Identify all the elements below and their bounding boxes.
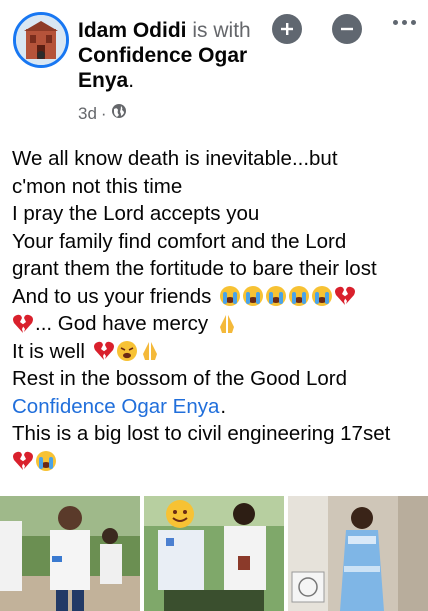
broken-heart-icon (12, 450, 34, 472)
crying-face-icon (242, 285, 264, 307)
meta-separator: · (100, 103, 107, 123)
post-line: We all know death is inevitable...but (12, 147, 338, 170)
more-dots-icon[interactable] (393, 20, 416, 25)
post-line-well: It is well (12, 338, 422, 366)
author-name[interactable]: Idam Odidi (78, 19, 187, 42)
period: . (128, 69, 135, 92)
plus-icon[interactable] (272, 14, 302, 44)
post-meta: 3d · (78, 103, 127, 124)
weary-face-icon (116, 340, 138, 362)
crying-face-icon (35, 450, 57, 472)
post-line-text: It is well (12, 339, 85, 363)
photo-woman-blue-dress[interactable] (288, 496, 428, 611)
broken-heart-icon (93, 340, 115, 362)
crying-face-icon (219, 285, 241, 307)
post-time[interactable]: 3d (78, 104, 97, 124)
crying-face-icon (288, 285, 310, 307)
post-line-link: Confidence Ogar Enya. (12, 393, 422, 421)
post-line-mercy: ... God have mercy (12, 310, 422, 338)
photo-friends-selfie[interactable] (144, 496, 284, 611)
post-line: I pray the Lord accepts you (12, 202, 260, 225)
broken-heart-icon (334, 285, 356, 307)
tagged-name-2[interactable]: Enya (78, 69, 128, 92)
post-line-text: ... God have mercy (35, 312, 209, 335)
photo-group-students[interactable] (0, 496, 140, 611)
praying-hands-icon (139, 340, 161, 362)
post-line-emoji (12, 448, 422, 476)
avatar[interactable] (13, 12, 69, 68)
period: . (220, 394, 227, 418)
post-author-line: Idam Odidi is with Confidence Ogar Enya. (78, 18, 288, 93)
crying-face-icon (265, 285, 287, 307)
photo-grid (0, 496, 428, 611)
post-line-text: And to us your friends (12, 284, 212, 308)
praying-hands-icon (216, 313, 238, 335)
post-line: grant them the fortitude to bare their l… (12, 257, 377, 280)
post-line: Your family find comfort and the Lord (12, 229, 347, 253)
post-text: We all know death is inevitable...but c'… (12, 145, 422, 475)
post-line: This is a big lost to civil engineering … (12, 422, 391, 445)
with-text: is with (192, 19, 251, 42)
post-line: Rest in the bossom of the Good Lord (12, 367, 348, 390)
post-line-friends: And to us your friends (12, 283, 422, 311)
post-line: c'mon not this time (12, 174, 183, 198)
globe-icon[interactable] (111, 103, 127, 124)
crying-face-icon (311, 285, 333, 307)
tagged-link[interactable]: Confidence Ogar Enya (12, 393, 219, 421)
tagged-name-1[interactable]: Confidence Ogar (78, 44, 247, 67)
minus-icon[interactable] (332, 14, 362, 44)
post-header: Idam Odidi is with Confidence Ogar Enya.… (0, 0, 428, 130)
broken-heart-icon (12, 313, 34, 335)
